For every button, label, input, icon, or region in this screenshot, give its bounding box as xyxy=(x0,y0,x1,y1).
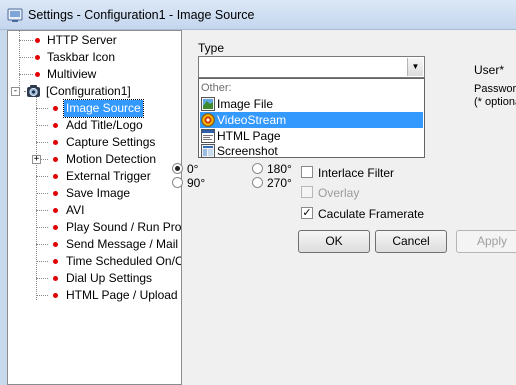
dropdown-group-label: Other: xyxy=(201,82,232,94)
tree-item-label: Image Source xyxy=(63,99,144,118)
tree-item-label: Multiview xyxy=(47,67,97,81)
type-dropdown-list[interactable]: Other: Image File VideoStream HTML Page … xyxy=(198,78,425,158)
password-label: Passwor xyxy=(474,83,516,95)
tree-item-time-scheduled-on-of[interactable]: Time Scheduled On/Of xyxy=(8,253,182,270)
overlay-label: Overlay xyxy=(318,186,360,200)
interlace-filter-label: Interlace Filter xyxy=(318,166,395,180)
tree-item-avi[interactable]: AVI xyxy=(8,202,181,219)
tree-item-bullet xyxy=(53,191,58,196)
tree-item-motion-detection[interactable]: + Motion Detection xyxy=(8,151,181,168)
tree-item-configuration1[interactable]: - [Configuration1] xyxy=(8,83,181,100)
tree-item-label: External Trigger xyxy=(66,169,151,183)
option-screenshot[interactable]: Screenshot xyxy=(200,143,423,159)
tree-item-label: AVI xyxy=(66,203,85,217)
videostream-icon xyxy=(201,113,215,127)
overlay-checkbox[interactable] xyxy=(301,186,313,198)
tree-item-label: Motion Detection xyxy=(66,152,157,166)
tree-item-bullet xyxy=(53,225,58,230)
tree-item-label: Time Scheduled On/Of xyxy=(66,254,182,268)
option-label: VideoStream xyxy=(217,113,287,127)
cancel-button[interactable]: Cancel xyxy=(375,230,447,253)
tree-item-bullet xyxy=(35,72,40,77)
calculate-framerate-checkbox[interactable]: ✓ xyxy=(301,207,313,219)
tree-item-bullet xyxy=(53,140,58,145)
option-image-file[interactable]: Image File xyxy=(200,96,423,112)
tree-item-label: Save Image xyxy=(66,186,131,200)
tree-item-bullet xyxy=(53,106,58,111)
html-page-icon xyxy=(201,129,215,143)
camera-icon xyxy=(27,85,40,97)
tree-item-play-sound-run-prog[interactable]: Play Sound / Run Progı xyxy=(8,219,182,236)
tree-item-label: Send Message / Mail xyxy=(66,237,179,251)
option-label: Screenshot xyxy=(217,144,278,158)
tree-item-external-trigger[interactable]: External Trigger xyxy=(8,168,181,185)
type-label: Type xyxy=(198,41,225,55)
interlace-filter-checkbox[interactable] xyxy=(301,166,313,178)
calculate-framerate-label: Caculate Framerate xyxy=(318,207,425,221)
rotation-90-radio[interactable] xyxy=(172,177,183,188)
tree-item-bullet xyxy=(53,157,58,162)
title-bar: Settings - Configuration1 - Image Source xyxy=(0,0,516,30)
window-title: Settings - Configuration1 - Image Source xyxy=(28,8,255,22)
tree-item-dial-up-settings[interactable]: Dial Up Settings xyxy=(8,270,181,287)
rotation-270-label: 270° xyxy=(267,176,292,190)
option-videostream[interactable]: VideoStream xyxy=(200,112,423,128)
collapse-toggle[interactable]: - xyxy=(11,87,20,96)
tree-item-label: Add Title/Logo xyxy=(66,118,143,132)
option-label: HTML Page xyxy=(217,129,281,143)
tree-item-taskbar-icon[interactable]: Taskbar Icon xyxy=(8,49,181,66)
tree-item-bullet xyxy=(35,38,40,43)
screenshot-icon xyxy=(201,144,215,158)
tree-item-send-message-mail[interactable]: Send Message / Mail xyxy=(8,236,181,253)
user-label: User* xyxy=(474,63,505,77)
rotation-0-radio[interactable] xyxy=(172,163,183,174)
tree-item-bullet xyxy=(53,276,58,281)
optional-note: (* optiona xyxy=(474,96,516,108)
expand-toggle[interactable]: + xyxy=(32,155,41,164)
tree-item-save-image[interactable]: Save Image xyxy=(8,185,181,202)
tree-item-bullet xyxy=(35,55,40,60)
tree-item-html-page-upload[interactable]: HTML Page / Upload xyxy=(8,287,181,304)
tree-item-label: Capture Settings xyxy=(66,135,156,149)
tree-item-bullet xyxy=(53,208,58,213)
tree-item-label: HTTP Server xyxy=(47,33,117,47)
ok-button[interactable]: OK xyxy=(298,230,370,253)
tree-item-bullet xyxy=(53,242,58,247)
option-label: Image File xyxy=(217,97,274,111)
settings-client-area: HTTP Server Taskbar Icon Multiview - [Co… xyxy=(7,30,516,385)
tree-item-bullet xyxy=(53,174,58,179)
tree-item-bullet xyxy=(53,293,58,298)
rotation-0-label: 0° xyxy=(187,162,199,176)
rotation-270-radio[interactable] xyxy=(252,177,263,188)
chevron-down-icon[interactable]: ▼ xyxy=(407,58,423,76)
tree-item-add-title-logo[interactable]: Add Title/Logo xyxy=(8,117,181,134)
settings-app-icon xyxy=(7,8,23,22)
tree-item-image-source[interactable]: Image Source xyxy=(8,99,181,118)
tree-item-label: HTML Page / Upload xyxy=(66,288,178,302)
image-file-icon xyxy=(201,97,215,111)
type-select[interactable]: ▼ xyxy=(198,56,425,78)
settings-tree[interactable]: HTTP Server Taskbar Icon Multiview - [Co… xyxy=(7,30,182,385)
tree-item-label: Taskbar Icon xyxy=(47,50,116,64)
rotation-180-label: 180° xyxy=(267,162,292,176)
tree-item-bullet xyxy=(53,123,58,128)
option-html-page[interactable]: HTML Page xyxy=(200,128,423,144)
tree-item-bullet xyxy=(53,259,58,264)
tree-item-label: [Configuration1] xyxy=(46,84,131,98)
rotation-180-radio[interactable] xyxy=(252,163,263,174)
tree-item-label: Dial Up Settings xyxy=(66,271,153,285)
tree-item-label: Play Sound / Run Progı xyxy=(66,220,182,234)
tree-item-multiview[interactable]: Multiview xyxy=(8,66,181,83)
tree-item-capture-settings[interactable]: Capture Settings xyxy=(8,134,181,151)
credentials-column: User* Passwor (* optiona xyxy=(463,30,516,385)
tree-item-http-server[interactable]: HTTP Server xyxy=(8,32,181,49)
rotation-90-label: 90° xyxy=(187,176,206,190)
